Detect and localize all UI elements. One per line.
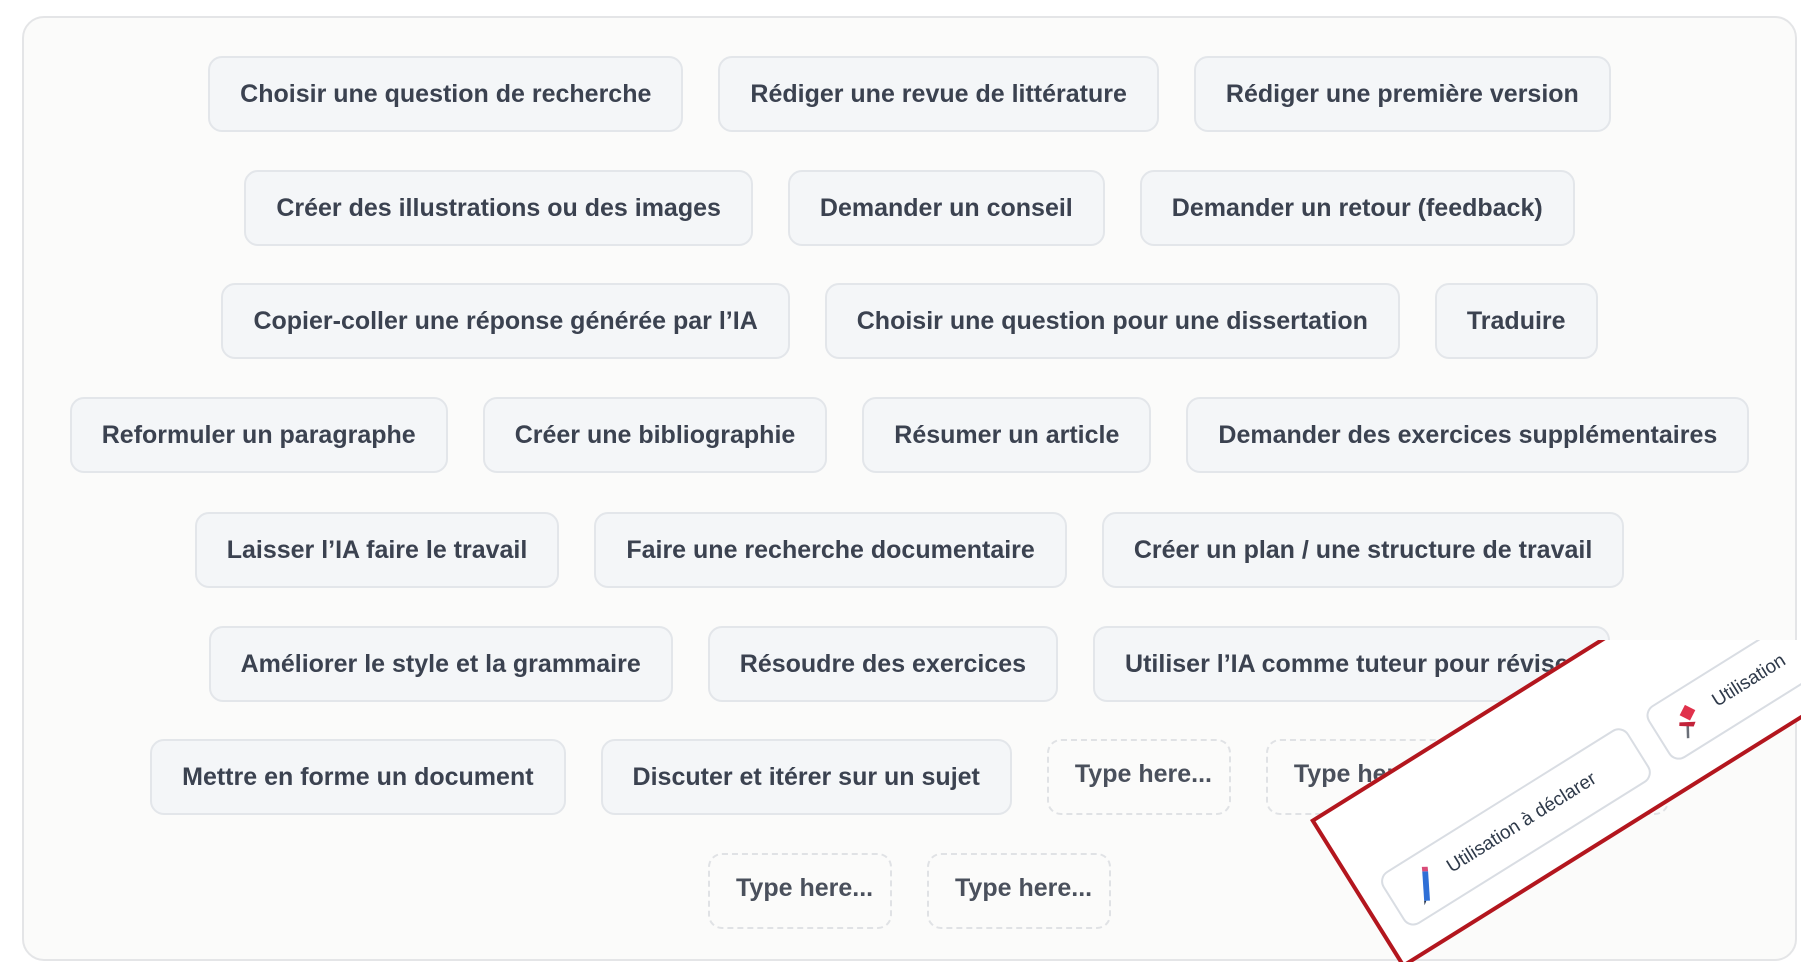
activity-chip[interactable]: Rédiger une première version — [1193, 56, 1611, 132]
chip-row: Choisir une question de recherche Rédige… — [24, 56, 1795, 134]
activity-chip[interactable]: Choisir une question de recherche — [208, 56, 684, 132]
activity-chip[interactable]: Améliorer le style et la grammaire — [208, 626, 673, 702]
activity-chip[interactable]: Mettre en forme un document — [150, 739, 566, 815]
activity-chip[interactable]: Choisir une question pour une dissertati… — [824, 283, 1400, 359]
activity-chip[interactable]: Faire une recherche documentaire — [594, 512, 1067, 588]
activity-chip[interactable]: Laisser l’IA faire le travail — [194, 512, 560, 588]
custom-chip-input[interactable]: Type here... — [927, 853, 1111, 929]
activity-chip[interactable]: Résumer un article — [862, 397, 1152, 473]
chip-row: Créer des illustrations ou des images De… — [24, 170, 1795, 248]
activity-chip[interactable]: Résoudre des exercices — [707, 626, 1059, 702]
tag-label: Utilisation — [1708, 649, 1790, 712]
tag-utilisation-a-declarer[interactable]: Utilisation à déclarer — [1376, 723, 1656, 931]
activity-chip[interactable]: Demander des exercices supplémentaires — [1186, 397, 1750, 473]
activity-chip[interactable]: Créer des illustrations ou des images — [244, 170, 753, 246]
activity-chip[interactable]: Copier-coller une réponse générée par l’… — [221, 283, 790, 359]
activity-chip[interactable]: Demander un conseil — [787, 170, 1105, 246]
chip-row: Copier-coller une réponse générée par l’… — [24, 283, 1795, 361]
category-tags-callout: Utilisation à déclarer Utilisation — [1310, 640, 1801, 962]
tag-utilisation[interactable]: Utilisation — [1642, 640, 1801, 765]
activity-chip[interactable]: Demander un retour (feedback) — [1139, 170, 1575, 246]
activity-chip[interactable]: Discuter et itérer sur un sujet — [600, 739, 1012, 815]
custom-chip-input[interactable]: Type here... — [1046, 739, 1231, 815]
activity-chip[interactable]: Rédiger une revue de littérature — [718, 56, 1159, 132]
activity-chip[interactable]: Créer une bibliographie — [482, 397, 828, 473]
activity-chip[interactable]: Reformuler un paragraphe — [69, 397, 448, 473]
overlay-crop: Utilisation à déclarer Utilisation — [1290, 640, 1801, 962]
pencil-icon — [1421, 866, 1430, 906]
activity-chip[interactable]: Traduire — [1434, 283, 1598, 359]
tag-label: Utilisation à déclarer — [1443, 768, 1601, 878]
chip-row: Laisser l’IA faire le travail Faire une … — [24, 512, 1795, 590]
custom-chip-input[interactable]: Type here... — [708, 853, 892, 929]
pushpin-icon — [1679, 704, 1696, 739]
chip-row: Reformuler un paragraphe Créer une bibli… — [24, 397, 1795, 475]
activity-chip[interactable]: Créer un plan / une structure de travail — [1101, 512, 1625, 588]
